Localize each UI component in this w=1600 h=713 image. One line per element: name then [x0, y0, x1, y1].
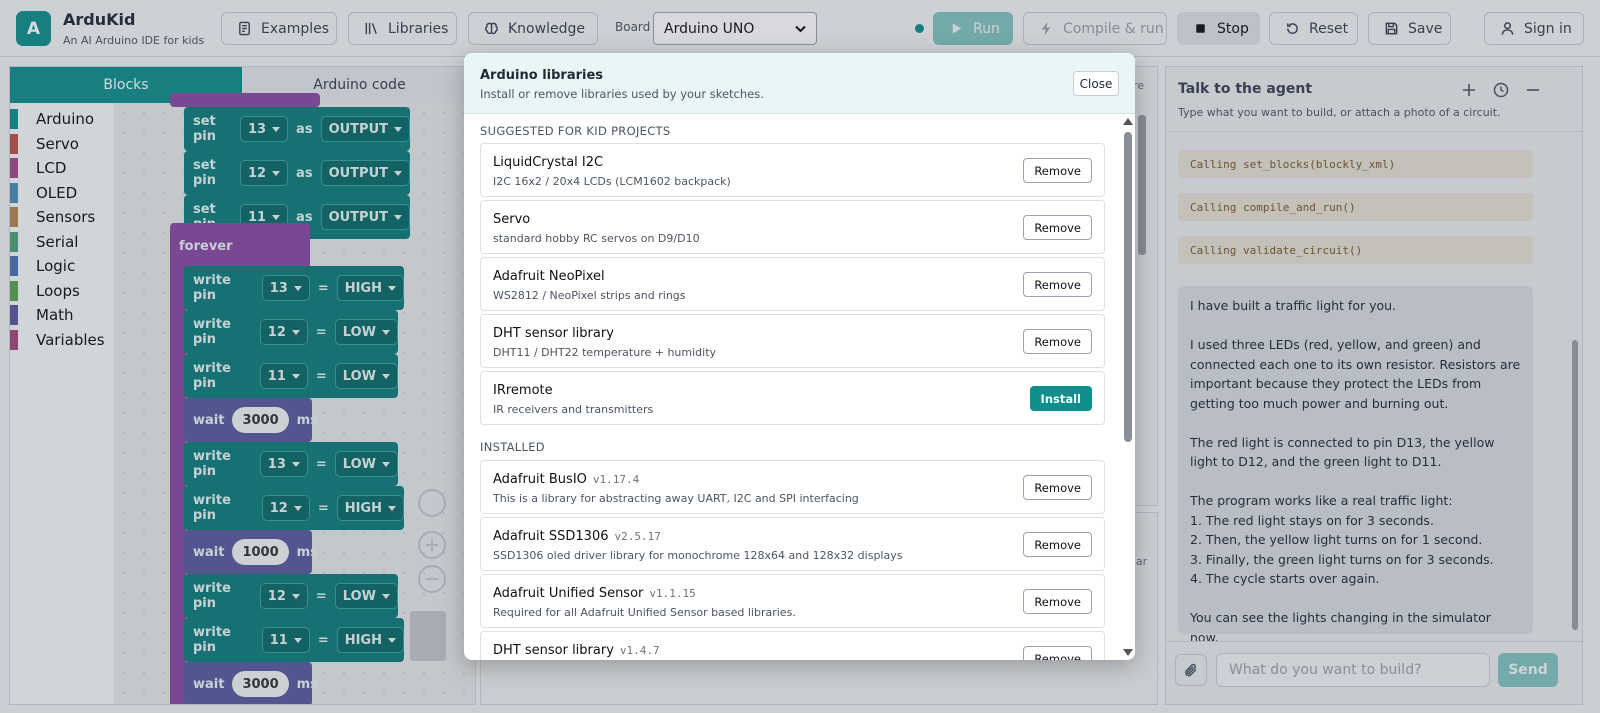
library-item: LiquidCrystal I2C I2C 16x2 / 20x4 LCDs (L… — [480, 143, 1105, 197]
close-button[interactable]: Close — [1073, 71, 1119, 96]
remove-button[interactable]: Remove — [1023, 215, 1092, 240]
library-version: v1.4.7 — [619, 644, 660, 657]
remove-button[interactable]: Remove — [1023, 589, 1092, 614]
library-name-text: Adafruit BusIO — [493, 472, 587, 487]
library-description: Required for all Adafruit Unified Sensor… — [493, 606, 796, 619]
install-button[interactable]: Install — [1029, 386, 1092, 411]
remove-button[interactable]: Remove — [1023, 272, 1092, 297]
library-name-text: Adafruit SSD1306 — [493, 529, 609, 544]
library-name: DHT sensor library v1.4.7 — [493, 643, 660, 658]
section-heading-installed: INSTALLED — [480, 440, 545, 454]
library-name: Servo — [493, 212, 530, 227]
library-name-text: Adafruit NeoPixel — [493, 269, 605, 284]
library-name: Adafruit Unified Sensor v1.1.15 — [493, 586, 696, 601]
library-name: Adafruit BusIO v1.17.4 — [493, 472, 639, 487]
section-heading-suggested: SUGGESTED FOR KID PROJECTS — [480, 124, 671, 138]
remove-button[interactable]: Remove — [1023, 158, 1092, 183]
library-name-text: Adafruit Unified Sensor — [493, 586, 644, 601]
library-version: v1.1.15 — [649, 587, 696, 600]
remove-button[interactable]: Remove — [1023, 329, 1092, 354]
remove-button[interactable]: Remove — [1023, 646, 1092, 660]
modal-scrollbar[interactable] — [1122, 118, 1133, 656]
library-item: DHT sensor library DHT11 / DHT22 temperat… — [480, 314, 1105, 368]
remove-button[interactable]: Remove — [1023, 475, 1092, 500]
library-name-text: IRremote — [493, 383, 553, 398]
library-item: Adafruit SSD1306 v2.5.17 SSD1306 oled driv… — [480, 517, 1105, 571]
library-description: standard hobby RC servos on D9/D10 — [493, 232, 700, 245]
library-name: DHT sensor library — [493, 326, 614, 341]
library-description: DHT11 / DHT22 temperature + humidity — [493, 346, 717, 359]
library-item: IRremote IR receivers and transmitters Ins… — [480, 371, 1105, 425]
library-item: DHT sensor library v1.4.7 Remove — [480, 631, 1105, 660]
library-name-text: DHT sensor library — [493, 643, 614, 658]
scroll-up-icon[interactable] — [1123, 118, 1133, 125]
library-description: IR receivers and transmitters — [493, 403, 654, 416]
library-item: Adafruit NeoPixel WS2812 / NeoPixel strip… — [480, 257, 1105, 311]
modal-title: Arduino libraries — [480, 68, 604, 83]
modal-header: Arduino libraries Install or remove libr… — [464, 53, 1135, 114]
library-version: v2.5.17 — [614, 530, 661, 543]
library-name: Adafruit SSD1306 v2.5.17 — [493, 529, 661, 544]
library-name: IRremote — [493, 383, 553, 398]
library-description: SSD1306 oled driver library for monochro… — [493, 549, 903, 562]
library-description: This is a library for abstracting away U… — [493, 492, 859, 505]
library-name: LiquidCrystal I2C — [493, 155, 603, 170]
modal-subtitle: Install or remove libraries used by your… — [480, 87, 764, 101]
scroll-down-icon[interactable] — [1123, 649, 1133, 656]
scroll-thumb[interactable] — [1124, 132, 1132, 442]
libraries-modal: Arduino libraries Install or remove libr… — [464, 53, 1135, 660]
library-name-text: LiquidCrystal I2C — [493, 155, 604, 170]
remove-button[interactable]: Remove — [1023, 532, 1092, 557]
library-version: v1.17.4 — [592, 473, 640, 486]
library-name-text: DHT sensor library — [493, 326, 614, 341]
library-item: Adafruit BusIO v1.17.4 This is a library f… — [480, 460, 1105, 514]
library-item: Adafruit Unified Sensor v1.1.15 Required f… — [480, 574, 1105, 628]
library-name-text: Servo — [493, 212, 531, 227]
library-list[interactable]: SUGGESTED FOR KID PROJECTS INSTALLED Liq… — [464, 114, 1135, 660]
library-description: I2C 16x2 / 20x4 LCDs (LCM1602 backpack) — [493, 175, 731, 188]
library-item: Servo standard hobby RC servos on D9/D10 R… — [480, 200, 1105, 254]
library-description: WS2812 / NeoPixel strips and rings — [493, 289, 686, 302]
library-name: Adafruit NeoPixel — [493, 269, 605, 284]
